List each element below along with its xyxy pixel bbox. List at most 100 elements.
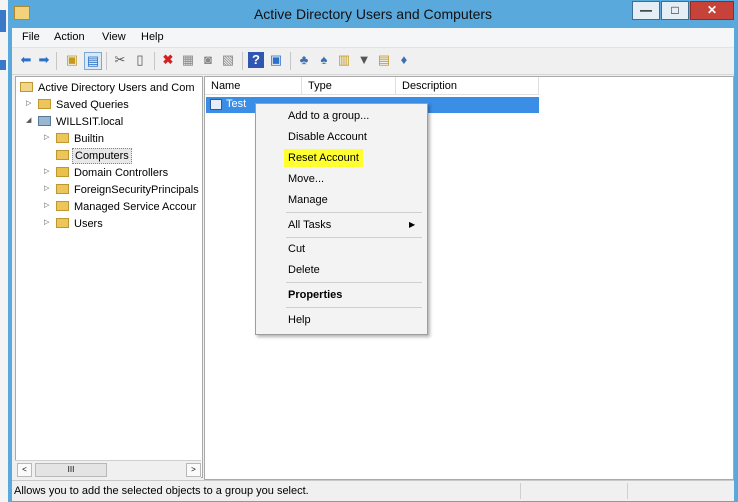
refresh-icon[interactable]: ◙	[200, 52, 216, 68]
cut-icon[interactable]: ✂	[112, 52, 128, 68]
copy-icon[interactable]: ▯	[132, 52, 148, 68]
status-divider	[627, 483, 628, 499]
tree-item-label: ForeignSecurityPrincipals	[74, 184, 199, 196]
folder-icon	[56, 184, 69, 194]
close-button[interactable]: ✕	[690, 1, 734, 20]
delete-icon[interactable]: ✖	[160, 52, 176, 68]
menu-separator	[286, 212, 422, 213]
tree-horizontal-scrollbar[interactable]: < III >	[15, 460, 201, 478]
menu-item-label: Manage	[288, 194, 328, 206]
tree-item-label: Computers	[72, 148, 132, 164]
ou-icon	[56, 167, 69, 177]
maximize-button[interactable]: □	[661, 1, 689, 20]
folder-icon	[56, 201, 69, 211]
menu-item-delete[interactable]: Delete	[256, 260, 425, 280]
show-hide-tree-icon[interactable]: ▤	[84, 52, 102, 70]
menu-item-label: Add to a group...	[288, 110, 370, 122]
folder-icon	[56, 150, 69, 160]
menu-item-label: Disable Account	[288, 131, 367, 143]
submenu-arrow-icon: ▶	[409, 220, 416, 229]
tree-item-label: WILLSIT.local	[56, 116, 124, 128]
menu-item-add-to-group[interactable]: Add to a group...	[256, 106, 425, 126]
menu-help[interactable]: Help	[141, 31, 164, 43]
collapse-arrow-icon[interactable]: ◢	[26, 116, 31, 124]
title-bar[interactable]: Active Directory Users and Computers — □…	[8, 0, 738, 28]
tree-item-label: Users	[74, 218, 103, 230]
export-icon[interactable]: ▧	[220, 52, 236, 68]
menu-item-disable-account[interactable]: Disable Account	[256, 127, 425, 147]
window-title: Active Directory Users and Computers	[253, 6, 493, 22]
scroll-right-button[interactable]: >	[186, 463, 201, 477]
column-header-name[interactable]: Name	[205, 77, 302, 95]
menu-item-label: Help	[288, 314, 311, 326]
expand-arrow-icon[interactable]: ▷	[44, 201, 49, 209]
toolbar-separator	[56, 52, 57, 70]
edge-marker	[0, 60, 6, 70]
scroll-left-button[interactable]: <	[17, 463, 32, 477]
tree-item-label: Builtin	[74, 133, 104, 145]
back-icon[interactable]: ⬅	[18, 52, 34, 68]
menu-item-cut[interactable]: Cut	[256, 239, 425, 259]
toolbar-separator	[290, 52, 291, 70]
menu-item-label: Delete	[288, 264, 320, 276]
menu-item-label: Properties	[288, 289, 343, 301]
add-to-group-icon[interactable]: ♦	[396, 52, 412, 68]
new-group-icon[interactable]: ♠	[316, 52, 332, 68]
toolbar-separator	[242, 52, 243, 70]
menu-item-move[interactable]: Move...	[256, 169, 425, 189]
edge-marker	[0, 10, 6, 32]
tree-item-label: Domain Controllers	[74, 167, 169, 179]
menu-action[interactable]: Action	[54, 31, 85, 43]
menu-bar: File Action View Help	[12, 28, 734, 48]
status-bar: Allows you to add the selected objects t…	[12, 480, 734, 501]
menu-separator	[286, 237, 422, 238]
list-row-name: Test	[226, 98, 247, 110]
properties-icon[interactable]: ▦	[180, 52, 196, 68]
tree-item-computers[interactable]: Computers	[44, 148, 144, 164]
menu-file[interactable]: File	[22, 31, 40, 43]
context-menu: Add to a group... Disable Account Reset …	[255, 103, 428, 335]
menu-item-label: Move...	[288, 173, 325, 185]
menu-item-help[interactable]: Help	[256, 310, 425, 330]
tree-pane: Active Directory Users and Com ▷ Saved Q…	[15, 76, 203, 478]
forward-icon[interactable]: ➡	[36, 52, 52, 68]
menu-item-label-highlighted: Reset Account	[284, 149, 363, 167]
column-header-description[interactable]: Description	[396, 77, 539, 95]
column-header-type[interactable]: Type	[302, 77, 396, 95]
help-icon[interactable]: ?	[248, 52, 264, 68]
up-folder-icon[interactable]: ▣	[64, 52, 80, 68]
menu-separator	[286, 282, 422, 283]
expand-arrow-icon[interactable]: ▷	[44, 218, 49, 226]
tree-item-label: Saved Queries	[56, 99, 129, 111]
scroll-thumb[interactable]: III	[35, 463, 107, 477]
toolbar-separator	[106, 52, 107, 70]
expand-arrow-icon[interactable]: ▷	[44, 133, 49, 141]
folder-icon	[38, 99, 51, 109]
menu-separator	[286, 307, 422, 308]
filter-icon[interactable]: ▼	[356, 52, 372, 68]
new-ou-icon[interactable]: ▥	[336, 52, 352, 68]
console-icon[interactable]: ▣	[268, 52, 284, 68]
ad-root-icon	[20, 82, 33, 92]
menu-item-label: All Tasks	[288, 219, 332, 231]
user-icon	[210, 99, 222, 110]
menu-item-label: Cut	[288, 243, 306, 255]
expand-arrow-icon[interactable]: ▷	[44, 184, 49, 192]
folder-icon	[56, 218, 69, 228]
expand-arrow-icon[interactable]: ▷	[44, 167, 49, 175]
tree-item-label: Managed Service Accour	[74, 201, 197, 213]
toolbar-separator	[154, 52, 155, 70]
new-user-icon[interactable]: ♣	[296, 52, 312, 68]
menu-item-manage[interactable]: Manage	[256, 190, 425, 210]
domain-icon	[38, 116, 51, 126]
menu-item-properties[interactable]: Properties	[256, 285, 425, 305]
menu-view[interactable]: View	[102, 31, 126, 43]
menu-item-reset-account[interactable]: Reset Account	[256, 148, 425, 168]
find-icon[interactable]: ▤	[376, 52, 392, 68]
status-text: Allows you to add the selected objects t…	[14, 485, 309, 497]
toolbar: ⬅ ➡ ▣ ▤ ✂ ▯ ✖ ▦ ◙ ▧ ? ▣ ♣ ♠ ▥ ▼ ▤ ♦	[12, 48, 734, 75]
status-divider	[520, 483, 521, 499]
expand-arrow-icon[interactable]: ▷	[26, 99, 31, 107]
minimize-button[interactable]: —	[632, 1, 660, 20]
menu-item-all-tasks[interactable]: All Tasks ▶	[256, 215, 425, 235]
